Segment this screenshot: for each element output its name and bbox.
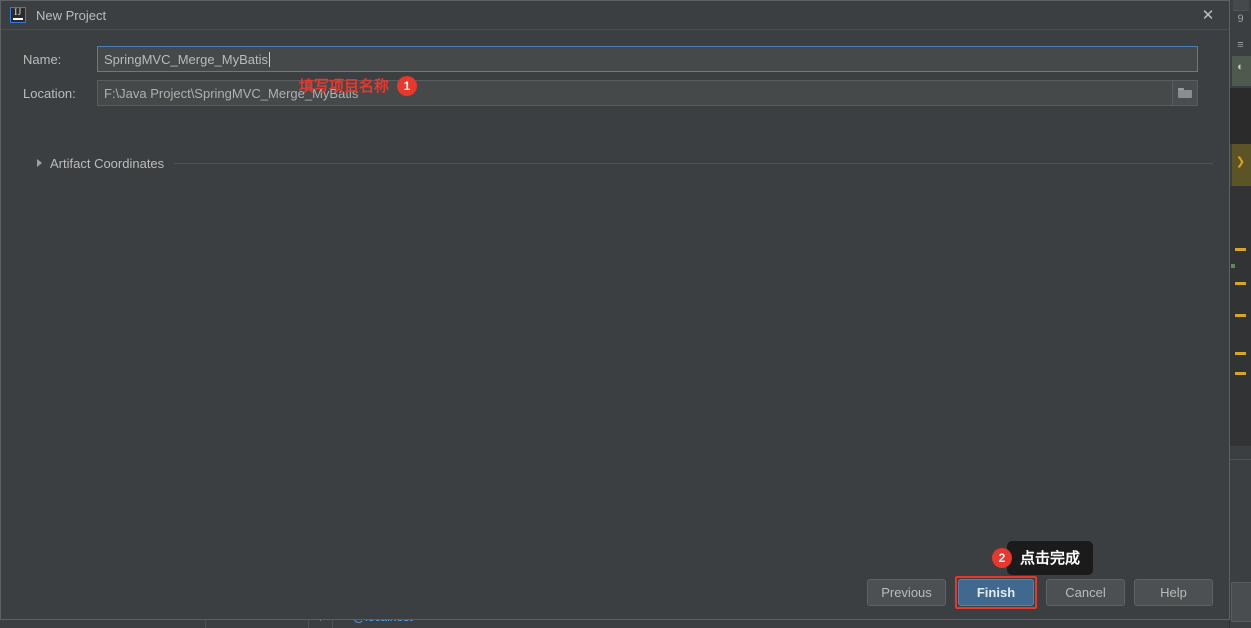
minimap-marker	[1235, 282, 1246, 285]
minimap-marker	[1235, 352, 1246, 355]
database-icon[interactable]: 9	[1233, 12, 1248, 27]
annotation-1-text: 填写项目名称	[299, 78, 390, 95]
intellij-idea-logo-icon: IJ	[10, 7, 26, 23]
artifact-coordinates-label: Artifact Coordinates	[50, 155, 165, 171]
minimap-marker	[1235, 248, 1246, 251]
name-input-value: SpringMVC_Merge_MyBatis	[104, 51, 269, 67]
location-label: Location:	[23, 85, 76, 101]
annotation-1-badge: 1	[397, 75, 418, 96]
location-input[interactable]: F:\Java Project\SpringMVC_Merge_MyBatis	[97, 80, 1172, 106]
folder-icon[interactable]	[1172, 80, 1198, 106]
strip-panel-header	[1233, 0, 1249, 11]
previous-button[interactable]: Previous	[867, 579, 946, 606]
new-project-dialog: IJ New Project ✕ Name: SpringMVC_Merge_M…	[0, 0, 1230, 620]
minimap-marker	[1235, 314, 1246, 317]
leaf-icon[interactable]: ◐	[1233, 60, 1248, 75]
menu-lines-icon[interactable]: ≡	[1233, 38, 1248, 53]
annotation-2-badge: 2	[991, 548, 1012, 568]
close-icon[interactable]: ✕	[1197, 5, 1219, 25]
strip-bottom-tab[interactable]	[1231, 582, 1251, 622]
strip-bottom-panel	[1230, 459, 1251, 628]
minimap-marker	[1231, 264, 1235, 268]
dialog-title-bar: IJ New Project ✕	[1, 1, 1229, 30]
logo-underbar	[13, 18, 23, 20]
editor-minimap-scrollbar[interactable]	[1230, 186, 1251, 446]
text-caret	[269, 51, 271, 67]
ide-right-toolbar-strip: 9 ≡ ◐ ❯	[1229, 0, 1251, 628]
dialog-title: New Project	[36, 7, 107, 23]
annotation-2-tooltip: 点击完成	[1006, 541, 1093, 575]
annotation-2: 2 点击完成	[991, 541, 1093, 575]
name-row: Name: SpringMVC_Merge_MyBatis	[1, 46, 1229, 72]
cancel-button[interactable]: Cancel	[1046, 579, 1125, 606]
location-field-group: F:\Java Project\SpringMVC_Merge_MyBatis	[97, 80, 1198, 106]
minimap-marker	[1235, 372, 1246, 375]
logo-letters: IJ	[14, 7, 22, 17]
location-row: Location: F:\Java Project\SpringMVC_Merg…	[1, 80, 1229, 106]
help-button[interactable]: Help	[1134, 579, 1213, 606]
annotation-1: 填写项目名称 1	[299, 75, 418, 96]
dialog-footer: Previous Finish Cancel Help	[867, 576, 1213, 609]
finish-button-highlight: Finish	[955, 576, 1037, 609]
strip-editor-area	[1230, 88, 1251, 144]
run-arrow-icon[interactable]: ❯	[1233, 155, 1248, 170]
dialog-body: Name: SpringMVC_Merge_MyBatis 填写项目名称 1 L…	[1, 30, 1229, 619]
name-input[interactable]: SpringMVC_Merge_MyBatis	[97, 46, 1198, 72]
artifact-coordinates-section[interactable]: Artifact Coordinates	[1, 154, 1229, 172]
section-divider	[174, 162, 1213, 164]
name-label: Name:	[23, 51, 62, 67]
folder-glyph	[1178, 88, 1192, 98]
finish-button[interactable]: Finish	[958, 579, 1034, 606]
chevron-right-icon[interactable]	[37, 159, 42, 167]
